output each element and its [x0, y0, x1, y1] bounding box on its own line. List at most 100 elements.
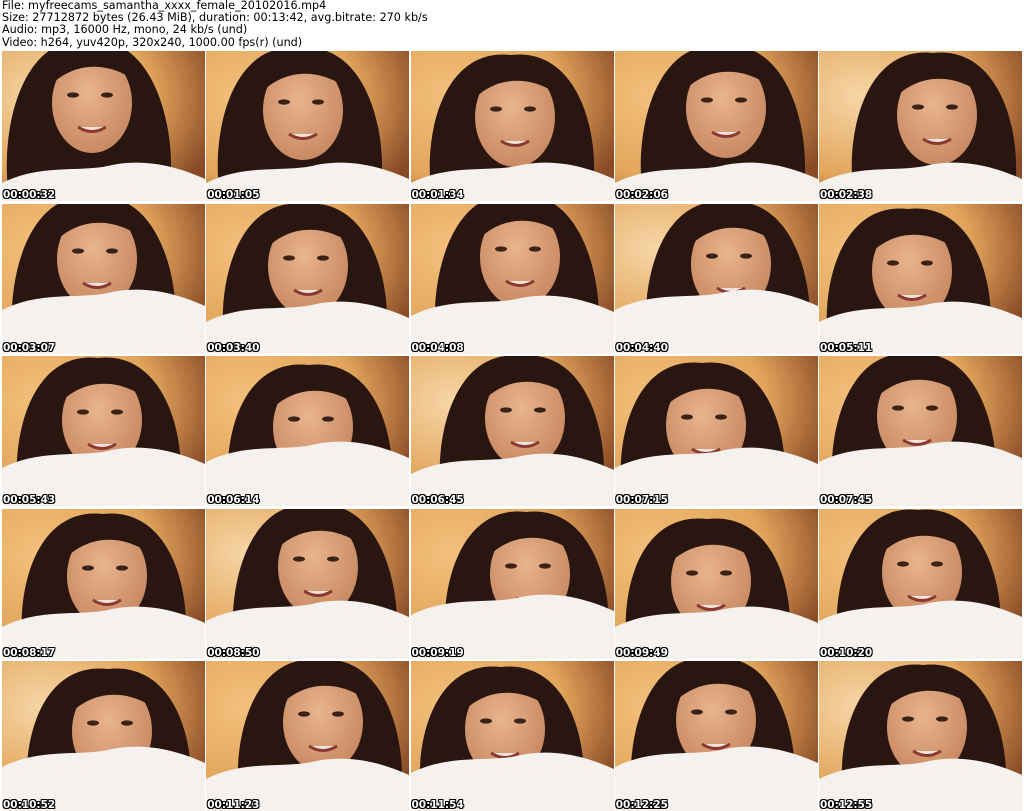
- right-eye-shape: [121, 720, 133, 726]
- video-frame-image: [614, 508, 818, 659]
- video-frame-image: [206, 508, 410, 659]
- video-frame-image: [206, 661, 410, 811]
- left-eye-shape: [283, 254, 296, 261]
- thumbnail-frame: 00:09:49: [614, 508, 818, 659]
- right-eye-shape: [513, 718, 526, 724]
- left-eye-shape: [892, 405, 904, 411]
- thumbnail-frame: 00:07:15: [614, 356, 818, 506]
- thumbnail-frame: 00:06:45: [410, 356, 614, 506]
- frame-timestamp: 00:10:20: [820, 646, 873, 659]
- frame-timestamp: 00:04:40: [615, 341, 668, 354]
- left-eye-shape: [912, 104, 924, 110]
- frame-timestamp: 00:09:19: [411, 646, 464, 659]
- video-frame-image: [410, 508, 614, 659]
- file-size-line: Size: 27712872 bytes (26.43 MiB), durati…: [2, 12, 428, 25]
- mouth-shape: [710, 130, 741, 138]
- mouth-shape: [922, 137, 952, 145]
- frame-timestamp: 00:12:55: [820, 799, 873, 811]
- frame-timestamp: 00:08:50: [207, 646, 260, 659]
- frame-timestamp: 00:08:17: [3, 646, 56, 659]
- frame-timestamp: 00:06:14: [207, 494, 260, 506]
- video-frame-image: [819, 356, 1022, 506]
- frame-timestamp: 00:05:11: [820, 341, 873, 354]
- frame-timestamp: 00:03:40: [207, 341, 260, 354]
- video-frame-image: [2, 203, 205, 354]
- mouth-shape: [77, 125, 107, 133]
- right-eye-shape: [528, 245, 541, 252]
- right-eye-shape: [946, 104, 958, 110]
- thumbnail-frame: 00:04:08: [410, 203, 614, 354]
- video-frame-image: [206, 51, 410, 201]
- mouth-shape: [92, 598, 122, 606]
- video-frame-image: [819, 203, 1022, 354]
- right-eye-shape: [739, 252, 752, 259]
- file-name-line: File: myfreecams_samantha_xxxx_female_20…: [2, 0, 327, 12]
- right-eye-shape: [317, 254, 330, 261]
- mouth-shape: [509, 440, 540, 448]
- video-frame-image: [614, 661, 818, 811]
- video-frame-image: [614, 51, 818, 201]
- thumbnail-frame: 00:10:20: [819, 508, 1022, 659]
- thumbnail-frame: 00:03:07: [2, 203, 205, 354]
- thumbnail-frame: 00:01:34: [410, 51, 614, 201]
- frame-timestamp: 00:11:54: [411, 799, 464, 811]
- right-eye-shape: [111, 409, 123, 415]
- frame-timestamp: 00:02:38: [820, 189, 873, 201]
- mouth-shape: [504, 279, 535, 287]
- mouth-shape: [700, 742, 731, 750]
- right-eye-shape: [327, 555, 340, 562]
- video-frame-image: [2, 661, 205, 811]
- video-frame-image: [206, 356, 410, 506]
- contact-sheet: File: myfreecams_samantha_xxxx_female_20…: [0, 0, 1024, 811]
- left-eye-shape: [504, 562, 517, 569]
- thumbnail-frame: 00:08:50: [206, 508, 410, 659]
- right-eye-shape: [332, 711, 345, 717]
- video-frame-image: [614, 356, 818, 506]
- metadata-header: File: myfreecams_samantha_xxxx_female_20…: [2, 0, 1020, 50]
- mouth-shape: [308, 744, 339, 752]
- video-frame-image: [410, 356, 614, 506]
- video-frame-image: [819, 51, 1022, 201]
- thumbnail-frame: 00:07:45: [819, 356, 1022, 506]
- mouth-shape: [912, 749, 942, 757]
- video-frame-image: [410, 203, 614, 354]
- audio-info-line: Audio: mp3, 16000 Hz, mono, 24 kb/s (und…: [2, 24, 248, 37]
- video-frame-image: [614, 203, 818, 354]
- left-eye-shape: [494, 245, 507, 252]
- thumbnail-frame: 00:08:17: [2, 508, 205, 659]
- mouth-shape: [303, 589, 334, 597]
- mouth-shape: [288, 132, 319, 140]
- left-eye-shape: [499, 407, 512, 413]
- frame-timestamp: 00:03:07: [3, 341, 56, 354]
- video-frame-image: [410, 51, 614, 201]
- right-eye-shape: [106, 247, 118, 254]
- left-eye-shape: [680, 414, 693, 420]
- thumbnail-frame: 00:01:05: [206, 51, 410, 201]
- mouth-shape: [897, 293, 927, 301]
- right-eye-shape: [734, 97, 747, 103]
- mouth-shape: [695, 603, 726, 611]
- right-eye-shape: [724, 709, 737, 715]
- frame-timestamp: 00:05:43: [3, 494, 56, 506]
- thumbnail-grid: 00:00:32 00:01:05 00:01:34 00:02:06 00:0…: [2, 51, 1022, 811]
- video-frame-image: [206, 203, 410, 354]
- left-eye-shape: [897, 560, 909, 567]
- video-frame-image: [410, 661, 614, 811]
- thumbnail-frame: 00:00:32: [2, 51, 205, 201]
- thumbnail-frame: 00:02:06: [614, 51, 818, 201]
- frame-timestamp: 00:09:49: [615, 646, 668, 659]
- frame-timestamp: 00:07:15: [615, 494, 668, 506]
- right-eye-shape: [931, 560, 943, 567]
- left-eye-shape: [902, 716, 914, 722]
- thumbnail-frame: 00:12:25: [614, 661, 818, 811]
- frame-timestamp: 00:01:05: [207, 189, 260, 201]
- right-eye-shape: [312, 99, 325, 105]
- video-info-line: Video: h264, yuv420p, 320x240, 1000.00 f…: [2, 36, 303, 49]
- right-eye-shape: [719, 569, 732, 576]
- frame-timestamp: 00:06:45: [411, 494, 464, 506]
- thumbnail-frame: 00:06:14: [206, 356, 410, 506]
- left-eye-shape: [685, 569, 698, 576]
- left-eye-shape: [82, 564, 94, 571]
- thumbnail-frame: 00:05:11: [819, 203, 1022, 354]
- thumbnail-frame: 00:05:43: [2, 356, 205, 506]
